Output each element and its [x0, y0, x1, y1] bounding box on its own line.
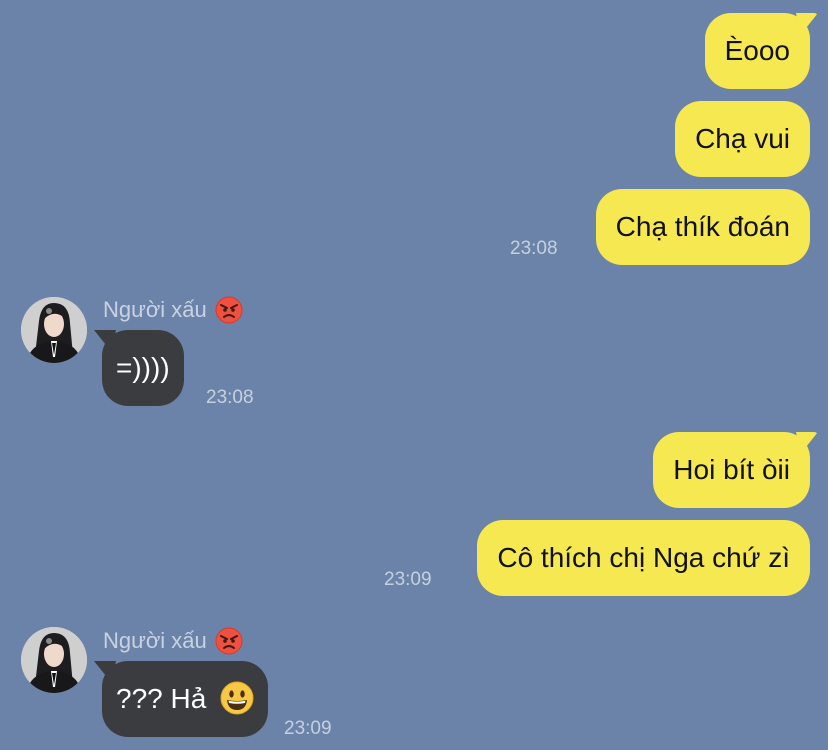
- sender-name: Người xấu: [103, 296, 243, 324]
- incoming-message-2[interactable]: ??? Hả: [102, 661, 269, 737]
- outgoing-message-4[interactable]: Hoi bít òii: [653, 432, 810, 508]
- avatar[interactable]: [21, 627, 87, 693]
- angry-face-icon: [215, 296, 243, 324]
- incoming-message-1[interactable]: =)))): [102, 330, 184, 406]
- message-timestamp: 23:08: [206, 387, 254, 408]
- outgoing-message-2[interactable]: Chạ vui: [675, 101, 810, 177]
- message-text: Èooo: [724, 35, 790, 66]
- outgoing-message-3[interactable]: Chạ thík đoán: [595, 189, 810, 265]
- smiling-face-icon: [220, 681, 254, 715]
- message-text: Hoi bít òii: [673, 454, 790, 485]
- message-timestamp: 23:09: [284, 718, 332, 739]
- message-text: ??? Hả: [116, 683, 207, 714]
- avatar-image: [21, 297, 87, 363]
- message-text: Cô thích chị Nga chứ zì: [497, 542, 790, 573]
- message-text: Chạ thík đoán: [615, 211, 790, 242]
- sender-name: Người xấu: [103, 627, 243, 655]
- message-text: Chạ vui: [695, 123, 790, 154]
- avatar[interactable]: [21, 297, 87, 363]
- outgoing-message-1[interactable]: Èooo: [704, 13, 810, 89]
- angry-face-icon: [215, 627, 243, 655]
- avatar-image: [21, 627, 87, 693]
- message-timestamp: 23:08: [510, 238, 558, 259]
- outgoing-message-5[interactable]: Cô thích chị Nga chứ zì: [477, 520, 810, 596]
- message-text: =)))): [116, 352, 170, 383]
- message-timestamp: 23:09: [384, 569, 432, 590]
